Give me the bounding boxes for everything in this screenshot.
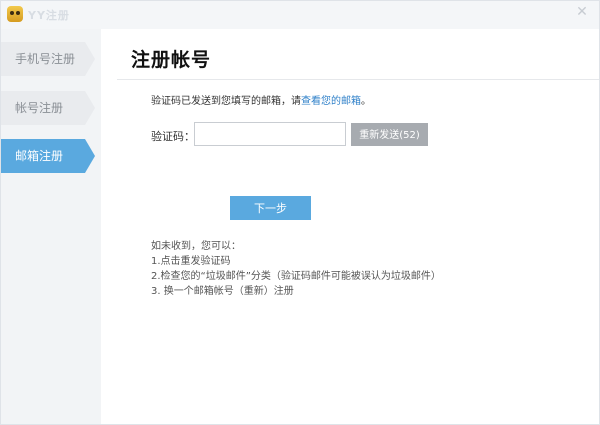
help-line: 1.点击重发验证码 [151,256,231,267]
page-title: 注册帐号 [131,49,212,71]
sidebar: 手机号注册 帐号注册 邮箱注册 [1,29,101,424]
info-prefix: 验证码已发送到您填写的邮箱，请 [151,96,301,107]
sidebar-item-phone-register[interactable]: 手机号注册 [1,42,95,76]
yy-logo-icon [7,6,23,22]
next-step-button[interactable]: 下一步 [230,196,311,220]
help-text: 如未收到，您可以： 1.点击重发验证码 2.检查您的“垃圾邮件”分类（验证码邮件… [151,239,441,299]
info-suffix: 。 [361,96,371,107]
check-email-link[interactable]: 查看您的邮箱 [301,96,361,107]
info-message: 验证码已发送到您填写的邮箱，请查看您的邮箱。 [151,92,371,107]
help-line: 2.检查您的“垃圾邮件”分类（验证码邮件可能被误认为垃圾邮件） [151,271,441,282]
title-bar: YY注册 ✕ [1,1,599,29]
resend-code-button[interactable]: 重新发送(52) [351,123,428,146]
close-icon[interactable]: ✕ [575,5,589,19]
sidebar-item-account-register[interactable]: 帐号注册 [1,91,95,125]
help-line: 3. 换一个邮箱帐号（重新）注册 [151,286,294,297]
app-title: YY注册 [28,9,70,22]
help-line: 如未收到，您可以： [151,241,241,252]
register-window: YY注册 ✕ 手机号注册 帐号注册 邮箱注册 注册帐号 验证码已发送到您填写的邮… [0,0,600,425]
verification-code-label: 验证码： [151,130,195,143]
verification-code-input[interactable] [194,122,346,146]
sidebar-item-email-register[interactable]: 邮箱注册 [1,139,95,173]
header-divider [117,79,599,80]
